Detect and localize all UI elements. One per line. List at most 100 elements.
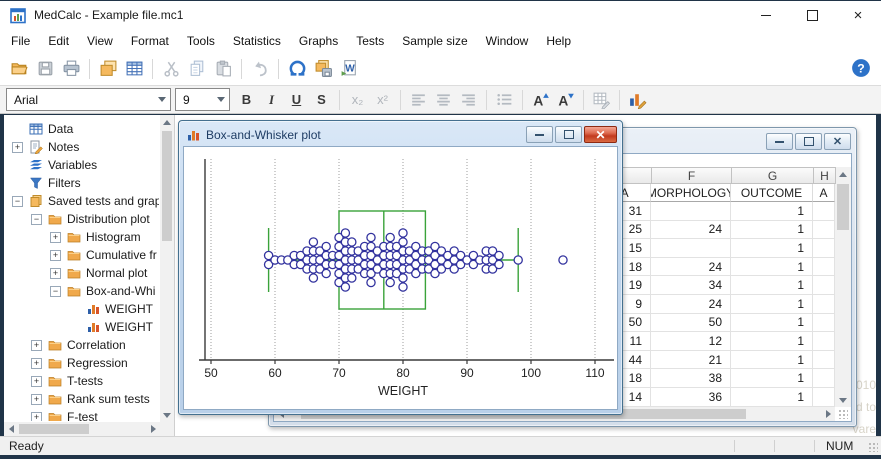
expand-toggle[interactable]: +: [31, 375, 42, 387]
data-cell[interactable]: [813, 369, 835, 388]
data-cell[interactable]: 1: [731, 257, 813, 277]
sidebar-item-distribution-plot[interactable]: − Distribution plot: [4, 210, 159, 228]
collapse-toggle[interactable]: −: [31, 213, 42, 225]
data-cell[interactable]: 38: [651, 369, 731, 388]
save-button[interactable]: [32, 56, 58, 82]
collapse-toggle[interactable]: −: [12, 195, 23, 207]
data-cell[interactable]: 21: [651, 350, 731, 370]
font-increase-button[interactable]: A: [528, 88, 553, 112]
scroll-down-arrow[interactable]: [160, 408, 174, 422]
data-cell[interactable]: 24: [651, 257, 731, 277]
data-cell[interactable]: 1: [731, 295, 813, 314]
sidebar-item-data[interactable]: Data: [4, 120, 159, 138]
strikethrough-button[interactable]: S: [309, 88, 334, 112]
scroll-up-arrow[interactable]: [836, 167, 850, 181]
child-minimize-button[interactable]: [766, 133, 793, 150]
data-cell[interactable]: 1: [731, 276, 813, 295]
data-cell[interactable]: 1: [731, 202, 813, 221]
sidebar-item-weight[interactable]: WEIGHT: [4, 300, 159, 318]
data-cell[interactable]: 36: [651, 388, 731, 407]
close-button[interactable]: ×: [835, 1, 881, 29]
underline-button[interactable]: U: [284, 88, 309, 112]
data-cell[interactable]: [813, 388, 835, 407]
sidebar-item-regression[interactable]: + Regression: [4, 354, 159, 372]
data-cell[interactable]: 24: [651, 220, 731, 240]
data-cell[interactable]: 1: [731, 239, 813, 258]
data-cell[interactable]: [651, 239, 731, 258]
sidebar-item-normal-plot[interactable]: + Normal plot: [4, 264, 159, 282]
data-cell[interactable]: 1: [731, 332, 813, 351]
scrollbar-thumb[interactable]: [837, 184, 849, 230]
box-whisker-plot-window[interactable]: Box-and-Whisker plot ✕ 50 60 70 80 90 100 110 W…: [178, 120, 623, 415]
cut-button[interactable]: [158, 56, 184, 82]
help-button[interactable]: ?: [851, 58, 871, 78]
window-resize-grip[interactable]: [868, 442, 878, 452]
scroll-left-arrow[interactable]: [4, 422, 18, 436]
menu-edit[interactable]: Edit: [39, 31, 78, 51]
expand-toggle[interactable]: +: [31, 411, 42, 421]
expand-toggle[interactable]: +: [50, 249, 61, 261]
sidebar-item-rank-sum-tests[interactable]: + Rank sum tests: [4, 390, 159, 408]
refresh-button[interactable]: [284, 56, 310, 82]
data-cell[interactable]: 1: [731, 388, 813, 407]
data-cell[interactable]: [813, 295, 835, 314]
data-cell[interactable]: 1: [731, 369, 813, 388]
data-cell[interactable]: [813, 202, 835, 221]
menu-sample-size[interactable]: Sample size: [393, 31, 476, 51]
list-button[interactable]: [492, 88, 517, 112]
print-button[interactable]: [58, 56, 84, 82]
data-cell[interactable]: [813, 276, 835, 295]
sidebar-item-saved-tests-and-grap[interactable]: − Saved tests and grap: [4, 192, 159, 210]
scroll-up-arrow[interactable]: [160, 115, 174, 129]
align-center-button[interactable]: [431, 88, 456, 112]
align-left-button[interactable]: [406, 88, 431, 112]
sidebar-item-notes[interactable]: + Notes: [4, 138, 159, 156]
column-header-G[interactable]: G: [731, 167, 814, 184]
expand-toggle[interactable]: +: [31, 393, 42, 405]
child-maximize-button[interactable]: [555, 126, 582, 143]
undo-button[interactable]: [247, 56, 273, 82]
plot-window-titlebar[interactable]: Box-and-Whisker plot ✕: [179, 121, 622, 146]
font-decrease-button[interactable]: A: [553, 88, 578, 112]
sidebar-item-cumulative-fr[interactable]: + Cumulative fr: [4, 246, 159, 264]
menu-help[interactable]: Help: [537, 31, 580, 51]
scrollbar-thumb[interactable]: [162, 131, 172, 241]
child-minimize-button[interactable]: [526, 126, 553, 143]
column-header-F[interactable]: F: [651, 167, 732, 184]
scrollbar-thumb[interactable]: [19, 424, 89, 434]
data-cell[interactable]: 1: [731, 313, 813, 333]
scroll-right-arrow[interactable]: [821, 407, 835, 421]
data-cell[interactable]: [651, 202, 731, 221]
data-cell[interactable]: 24: [651, 295, 731, 314]
data-cell[interactable]: 1: [731, 220, 813, 240]
sidebar-horizontal-scrollbar[interactable]: [4, 422, 160, 436]
superscript-button[interactable]: x²: [370, 88, 395, 112]
italic-button[interactable]: I: [259, 88, 284, 112]
sidebar-item-box-and-whi[interactable]: − Box-and-Whi: [4, 282, 159, 300]
sidebar-item-variables[interactable]: Variables: [4, 156, 159, 174]
resize-grip[interactable]: [838, 409, 848, 419]
font-name-combo[interactable]: Arial: [6, 88, 171, 111]
sidebar-item-t-tests[interactable]: + T-tests: [4, 372, 159, 390]
child-close-button[interactable]: ✕: [584, 126, 617, 143]
app-titlebar[interactable]: MedCalc - Example file.mc1 ×: [0, 1, 881, 29]
menu-window[interactable]: Window: [477, 31, 538, 51]
sheet-vertical-scrollbar[interactable]: [835, 167, 851, 407]
sidebar-item-correlation[interactable]: + Correlation: [4, 336, 159, 354]
expand-toggle[interactable]: +: [31, 339, 42, 351]
data-cell[interactable]: 50: [651, 313, 731, 333]
bold-button[interactable]: B: [234, 88, 259, 112]
menu-view[interactable]: View: [78, 31, 122, 51]
menu-graphs[interactable]: Graphs: [290, 31, 347, 51]
expand-toggle[interactable]: +: [50, 267, 61, 279]
sidebar-item-histogram[interactable]: + Histogram: [4, 228, 159, 246]
data-cell[interactable]: [813, 332, 835, 351]
open-button[interactable]: [6, 56, 32, 82]
sidebar-item-weight[interactable]: WEIGHT: [4, 318, 159, 336]
menu-tools[interactable]: Tools: [178, 31, 224, 51]
minimize-button[interactable]: [743, 1, 789, 29]
sidebar-item-filters[interactable]: Filters: [4, 174, 159, 192]
menu-statistics[interactable]: Statistics: [224, 31, 290, 51]
export-word-button[interactable]: W: [336, 56, 362, 82]
data-cell[interactable]: 1: [731, 350, 813, 370]
